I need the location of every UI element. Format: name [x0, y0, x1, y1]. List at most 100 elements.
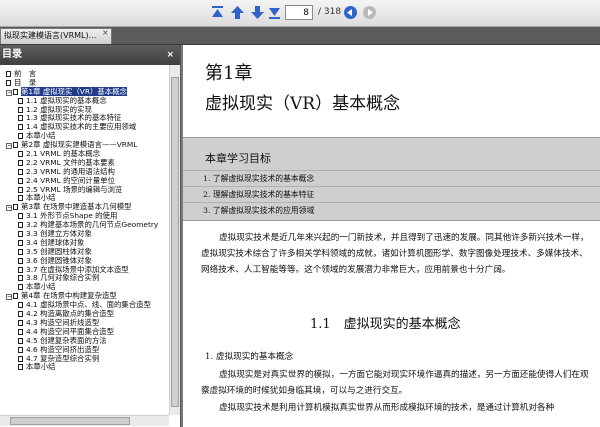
body-paragraph: 虚拟现实是对真实世界的模拟，一方面它能对现实环境作逼真的描述，另一方面还能使得人…: [201, 370, 589, 396]
toc-item[interactable]: 3.4 创建球体对象: [0, 238, 168, 247]
sidebar-horizontal-scrollbar[interactable]: [0, 415, 169, 426]
bookmark-page-icon: [18, 231, 23, 238]
toc-item[interactable]: 3.8 几何对象综合实例: [0, 273, 168, 282]
bookmark-page-icon: [18, 222, 23, 229]
toc-item-label: 4.6 构造空间挤出造型: [26, 344, 100, 354]
bookmark-page-icon: [18, 364, 23, 371]
toc-item-label: 2.4 VRML 的空间计量单位: [26, 175, 115, 185]
toc-item[interactable]: 前 言: [0, 69, 168, 78]
toc-item-label: 3.4 创建球体对象: [26, 237, 85, 247]
toc-item-label: 第3章 在场景中建造基本几何模型: [21, 202, 132, 212]
sidebar-title: 目录: [2, 49, 22, 60]
toc-item-label: 3.3 创建立方体对象: [26, 229, 92, 239]
toc-sidebar: 目录 × 前 言目 录 − 第1章 虚拟现实（VR）基本概念 1.1 虚拟现实的基本概…: [0, 45, 181, 427]
objective-item: 1. 了解虚拟现实技术的基本概念: [183, 170, 600, 186]
toc-item[interactable]: 4.4 构造空间平面集合造型: [0, 327, 168, 336]
intro-paragraph: 虚拟现实技术是近几年来兴起的一门新技术，并且得到了迅速的发展。同其他许多新兴技术…: [201, 233, 589, 275]
toc-item[interactable]: 本章小结: [0, 362, 168, 371]
toc-item[interactable]: 本章小结: [0, 282, 168, 291]
toc-item[interactable]: 1.1 虚拟现实的基本概念: [0, 96, 168, 105]
toc-item[interactable]: 4.7 复杂造型综合实例: [0, 354, 168, 363]
bookmark-page-icon: [13, 204, 18, 211]
sidebar-scroll-thumb[interactable]: [171, 77, 179, 407]
bookmark-page-icon: [18, 159, 23, 166]
document-tab-strip: 拟现实建模语言(VRML)... ×: [0, 27, 600, 45]
toc-item[interactable]: 目 录: [0, 78, 168, 87]
bookmark-page-icon: [18, 213, 23, 220]
toc-item[interactable]: 2.5 VRML 场景的编辑与浏览: [0, 185, 168, 194]
bookmark-page-icon: [13, 88, 18, 95]
bookmark-page-icon: [18, 168, 23, 175]
bookmark-page-icon: [18, 106, 23, 113]
close-tab-icon[interactable]: ×: [102, 28, 109, 37]
objectives-title: 本章学习目标: [205, 152, 271, 165]
page-number-input[interactable]: [285, 5, 313, 20]
bookmark-page-icon: [18, 266, 23, 273]
chapter-label: 第1章: [205, 63, 253, 84]
bookmark-page-icon: [18, 311, 23, 318]
toc-item[interactable]: 4.1 虚拟场景中点、线、面的集合造型: [0, 300, 168, 309]
toc-item[interactable]: 3.7 在虚拟场景中添加文本造型: [0, 265, 168, 274]
toc-item[interactable]: 本章小结: [0, 193, 168, 202]
next-page-icon[interactable]: [249, 4, 266, 21]
toc-item[interactable]: 3.6 创建圆锥体对象: [0, 256, 168, 265]
toc-item-label: 4.3 构造空间折线造型: [26, 317, 100, 327]
body-paragraph: 虚拟现实技术是利用计算机模拟真实世界从而形成模拟环境的技术，是通过计算机对各种: [219, 403, 555, 413]
first-page-icon[interactable]: [209, 4, 226, 21]
learning-objectives-box: 本章学习目标 1. 了解虚拟现实技术的基本概念 2. 理解虚拟现实技术的基本特征…: [183, 137, 600, 221]
toc-item-label: 3.2 构建基本场景的几何节点Geometry: [26, 220, 159, 230]
toc-item-label: 第4章 在场景中构建复杂造型: [21, 291, 117, 301]
close-sidebar-icon[interactable]: ×: [166, 45, 174, 65]
sidebar-header: 目录 ×: [0, 45, 180, 65]
toc-item[interactable]: 3.1 外形节点Shape 的使用: [0, 211, 168, 220]
toc-tree: 前 言目 录 − 第1章 虚拟现实（VR）基本概念 1.1 虚拟现实的基本概念 1.2 …: [0, 69, 168, 415]
toc-item[interactable]: 2.4 VRML 的空间计量单位: [0, 176, 168, 185]
toc-item[interactable]: 3.3 创建立方体对象: [0, 229, 168, 238]
toc-item[interactable]: 1.2 虚拟现实的实现: [0, 105, 168, 114]
last-page-icon[interactable]: [266, 4, 283, 21]
document-tab[interactable]: 拟现实建模语言(VRML)...: [0, 28, 112, 44]
document-page: 第1章 虚拟现实（VR）基本概念 本章学习目标 1. 了解虚拟现实技术的基本概念…: [183, 45, 600, 427]
forward-icon[interactable]: [361, 4, 378, 21]
page-total: / 318: [318, 7, 342, 17]
toc-item[interactable]: 4.3 构造空间折线造型: [0, 318, 168, 327]
toc-item[interactable]: 本章小结: [0, 131, 168, 140]
toc-item-label: 3.6 创建圆锥体对象: [26, 255, 92, 265]
toc-item[interactable]: − 第3章 在场景中建造基本几何模型: [0, 202, 168, 212]
toc-item[interactable]: 2.2 VRML 文件的基本要素: [0, 158, 168, 167]
toc-item-label: 1.3 虚拟现实技术的基本特征: [26, 113, 122, 123]
toc-item[interactable]: 1.4 虚拟现实技术的主要应用领域: [0, 122, 168, 131]
toc-item[interactable]: 2.3 VRML 的通用语法结构: [0, 167, 168, 176]
toc-item-label: 第2章 虚拟现实建模语言——VRML: [21, 140, 138, 150]
bookmark-page-icon: [18, 97, 23, 104]
reader-toolbar: / 318: [0, 0, 600, 27]
sidebar-vertical-scrollbar[interactable]: [169, 65, 180, 415]
bookmark-page-icon: [18, 257, 23, 264]
bookmark-page-icon: [18, 239, 23, 246]
toc-item-label: 前 言: [14, 69, 37, 78]
bookmark-page-icon: [18, 133, 23, 140]
toc-item[interactable]: 4.6 构造空间挤出造型: [0, 345, 168, 354]
objective-item: 2. 理解虚拟现实技术的基本特征: [183, 186, 600, 202]
bookmark-page-icon: [13, 142, 18, 149]
toc-item-label: 3.7 在虚拟场景中添加文本造型: [26, 264, 129, 274]
toc-item[interactable]: 4.5 创建复杂表面的方法: [0, 336, 168, 345]
sidebar-hscroll-thumb[interactable]: [10, 417, 130, 425]
bookmark-page-icon: [18, 346, 23, 353]
toc-item[interactable]: 3.2 构建基本场景的几何节点Geometry: [0, 220, 168, 229]
toc-item[interactable]: 1.3 虚拟现实技术的基本特征: [0, 113, 168, 122]
prev-page-icon[interactable]: [229, 4, 246, 21]
toc-item[interactable]: 3.5 创建圆柱体对象: [0, 247, 168, 256]
bookmark-page-icon: [18, 115, 23, 122]
toc-item-label: 1.4 虚拟现实技术的主要应用领域: [26, 122, 137, 132]
toc-item[interactable]: 4.2 构造离散点的集合造型: [0, 309, 168, 318]
toc-item[interactable]: 2.1 VRML 的基本概念: [0, 149, 168, 158]
back-icon[interactable]: [342, 4, 359, 21]
chapter-title: 虚拟现实（VR）基本概念: [205, 94, 401, 114]
toc-item[interactable]: − 第1章 虚拟现实（VR）基本概念: [0, 86, 168, 96]
bookmark-page-icon: [6, 71, 11, 77]
toc-item[interactable]: − 第2章 虚拟现实建模语言——VRML: [0, 140, 168, 150]
bookmark-page-icon: [18, 151, 23, 158]
toc-item-label: 4.7 复杂造型综合实例: [26, 353, 100, 363]
toc-item[interactable]: − 第4章 在场景中构建复杂造型: [0, 291, 168, 301]
